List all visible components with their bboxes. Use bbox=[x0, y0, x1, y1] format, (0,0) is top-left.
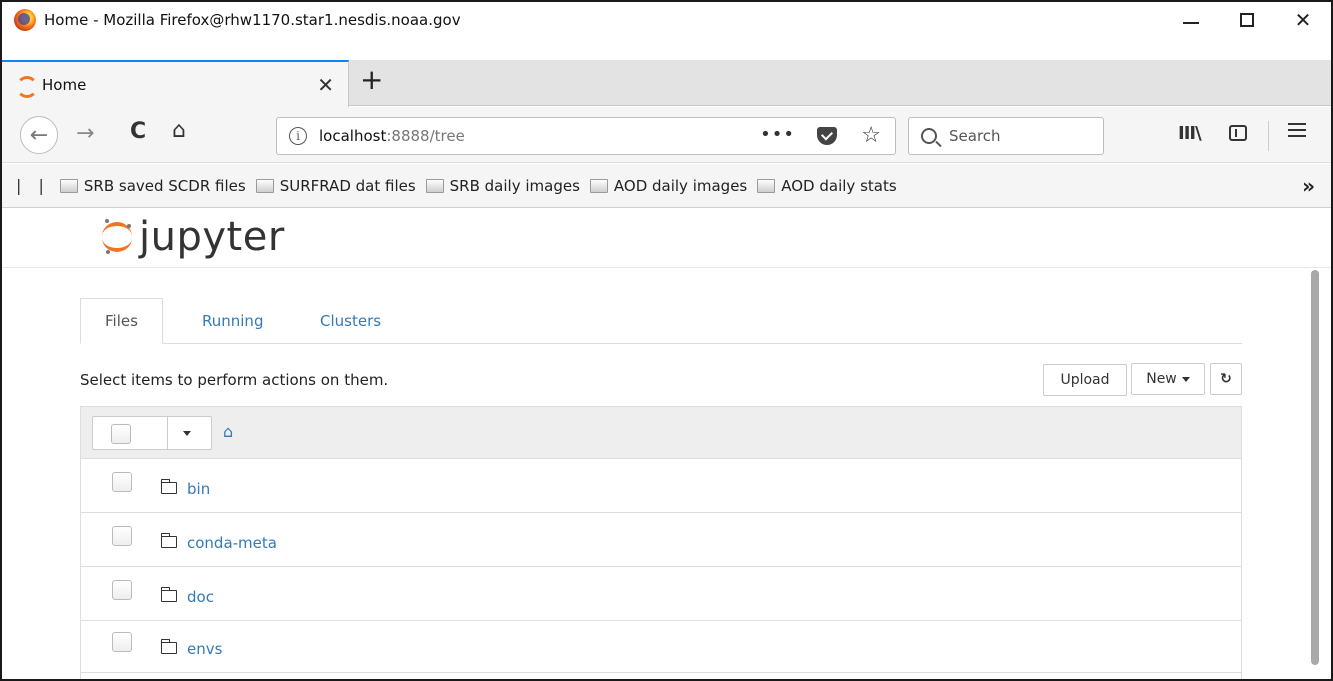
select-dropdown-caret-icon[interactable] bbox=[183, 431, 191, 436]
bookmarks-toolbar: | | SRB saved SCDR files SURFRAD dat fil… bbox=[2, 164, 1331, 208]
bookmark-page-icon bbox=[425, 178, 444, 193]
url-path: :8888/tree bbox=[386, 127, 465, 145]
jupyter-favicon-icon bbox=[16, 75, 38, 98]
window-controls: ✕ bbox=[1163, 2, 1331, 38]
jupyter-tabs: Files Running Clusters bbox=[80, 298, 1242, 344]
toolbar-separator bbox=[1268, 121, 1269, 151]
reload-button[interactable]: C bbox=[130, 119, 146, 144]
new-label: New bbox=[1146, 371, 1177, 387]
tab-home[interactable]: Home ✕ bbox=[2, 60, 349, 107]
home-button[interactable]: ⌂ bbox=[172, 118, 186, 143]
folder-icon bbox=[160, 479, 177, 494]
select-all-checkbox[interactable] bbox=[111, 424, 131, 444]
tab-strip: Home ✕ + bbox=[2, 60, 1331, 107]
tab-close-icon[interactable]: ✕ bbox=[317, 73, 334, 97]
tab-files[interactable]: Files bbox=[80, 298, 163, 344]
url-text[interactable]: localhost:8888/tree bbox=[319, 127, 465, 145]
close-icon: ✕ bbox=[1294, 8, 1312, 32]
bookmark-label: SRB daily images bbox=[449, 176, 580, 195]
list-item[interactable]: conda-meta bbox=[81, 514, 1241, 567]
minimize-icon bbox=[1183, 22, 1199, 24]
search-placeholder: Search bbox=[949, 127, 1001, 145]
caret-down-icon bbox=[1181, 376, 1190, 382]
site-info-icon[interactable]: i bbox=[289, 127, 307, 145]
folder-icon bbox=[160, 533, 177, 548]
hamburger-menu-icon[interactable] bbox=[1288, 123, 1306, 137]
upload-button[interactable]: Upload bbox=[1043, 364, 1127, 396]
tab-running[interactable]: Running bbox=[178, 298, 287, 344]
folder-icon bbox=[160, 587, 177, 602]
new-tab-button[interactable]: + bbox=[360, 66, 383, 94]
page-actions-icon[interactable]: ••• bbox=[760, 124, 795, 145]
bookmark-item[interactable]: SRB saved SCDR files bbox=[59, 176, 246, 195]
navigation-toolbar: ← → C ⌂ i localhost:8888/tree ••• ☆ Sear… bbox=[2, 107, 1331, 163]
bookmark-label: AOD daily stats bbox=[781, 176, 897, 195]
search-icon bbox=[921, 128, 937, 144]
minimize-button[interactable] bbox=[1163, 2, 1219, 38]
close-window-button[interactable]: ✕ bbox=[1275, 2, 1331, 38]
title-bar: Home - Mozilla Firefox@rhw1170.star1.nes… bbox=[2, 2, 1331, 38]
bookmark-item[interactable]: SRB daily images bbox=[425, 176, 580, 195]
bookmark-label: AOD daily images bbox=[613, 176, 748, 195]
tab-label: Home bbox=[42, 75, 87, 94]
maximize-icon bbox=[1240, 13, 1254, 27]
window-title: Home - Mozilla Firefox@rhw1170.star1.nes… bbox=[44, 11, 461, 29]
item-checkbox[interactable] bbox=[112, 526, 132, 546]
item-name-link[interactable]: conda-meta bbox=[187, 534, 277, 552]
back-arrow-icon: ← bbox=[29, 122, 49, 148]
select-all-group[interactable] bbox=[92, 416, 212, 450]
file-list: ⌂ bin conda-meta doc envs bbox=[80, 406, 1242, 679]
bookmark-page-icon bbox=[59, 178, 78, 193]
pocket-icon[interactable] bbox=[817, 127, 837, 145]
sidebar-icon[interactable] bbox=[1229, 125, 1247, 141]
bookmark-page-icon bbox=[757, 178, 776, 193]
new-dropdown-button[interactable]: New bbox=[1131, 363, 1205, 395]
file-list-header: ⌂ bbox=[81, 407, 1241, 459]
list-item[interactable]: bin bbox=[81, 460, 1241, 513]
jupyter-logo-icon[interactable] bbox=[102, 219, 132, 254]
bookmarks-overflow-icon[interactable]: » bbox=[1302, 174, 1315, 198]
jupyter-logo-text[interactable]: jupyter bbox=[139, 214, 285, 260]
bookmark-label: SURFRAD dat files bbox=[279, 176, 416, 195]
url-host: localhost bbox=[319, 127, 387, 145]
search-bar[interactable]: Search bbox=[908, 117, 1104, 155]
bookmarks-separator: | | bbox=[16, 176, 50, 195]
tab-clusters[interactable]: Clusters bbox=[296, 298, 405, 344]
refresh-icon: ↻ bbox=[1220, 371, 1232, 387]
bookmark-item[interactable]: AOD daily images bbox=[589, 176, 748, 195]
bookmark-page-icon bbox=[255, 178, 274, 193]
scrollbar-thumb[interactable] bbox=[1311, 270, 1319, 665]
item-checkbox[interactable] bbox=[112, 472, 132, 492]
browser-window: Home - Mozilla Firefox@rhw1170.star1.nes… bbox=[0, 0, 1333, 681]
item-checkbox[interactable] bbox=[112, 580, 132, 600]
bookmark-item[interactable]: SURFRAD dat files bbox=[255, 176, 416, 195]
list-item[interactable]: envs bbox=[81, 620, 1241, 673]
url-bar[interactable]: i localhost:8888/tree ••• ☆ bbox=[276, 117, 896, 155]
home-breadcrumb-icon[interactable]: ⌂ bbox=[223, 422, 233, 441]
folder-icon bbox=[160, 639, 177, 654]
jupyter-header: jupyter bbox=[2, 208, 1331, 268]
upload-label: Upload bbox=[1060, 372, 1110, 388]
list-item[interactable]: doc bbox=[81, 568, 1241, 621]
select-hint-text: Select items to perform actions on them. bbox=[80, 371, 389, 389]
forward-button[interactable]: → bbox=[76, 121, 94, 146]
refresh-button[interactable]: ↻ bbox=[1210, 363, 1242, 395]
library-icon[interactable]: III\ bbox=[1178, 123, 1202, 144]
titlebar-spacer bbox=[2, 38, 1331, 60]
item-name-link[interactable]: bin bbox=[187, 480, 210, 498]
bookmark-item[interactable]: AOD daily stats bbox=[757, 176, 897, 195]
bookmark-label: SRB saved SCDR files bbox=[83, 176, 246, 195]
maximize-button[interactable] bbox=[1219, 2, 1275, 38]
item-checkbox[interactable] bbox=[112, 632, 132, 652]
item-name-link[interactable]: doc bbox=[187, 588, 214, 606]
firefox-logo-icon bbox=[14, 9, 36, 31]
bookmark-star-icon[interactable]: ☆ bbox=[861, 123, 881, 148]
bookmark-page-icon bbox=[589, 178, 608, 193]
select-divider bbox=[167, 417, 168, 449]
item-name-link[interactable]: envs bbox=[187, 640, 222, 658]
back-button[interactable]: ← bbox=[20, 116, 58, 154]
